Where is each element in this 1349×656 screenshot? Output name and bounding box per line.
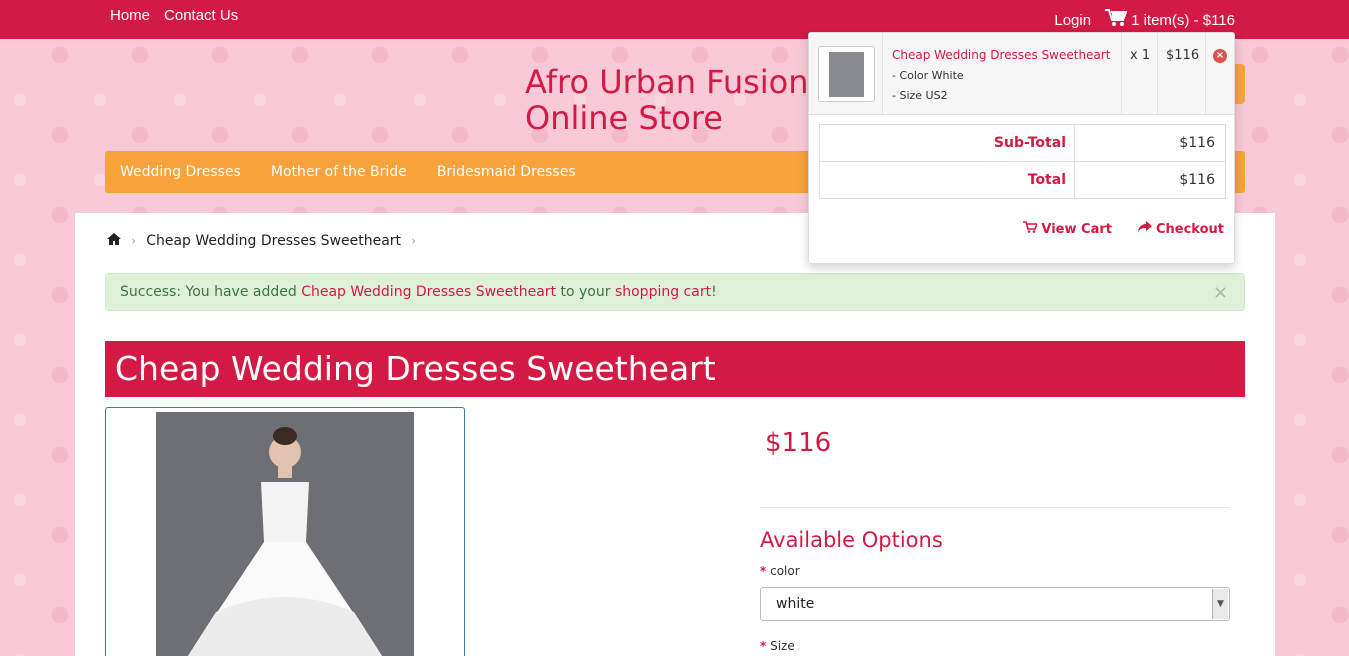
view-cart-button[interactable]: View Cart <box>1023 221 1112 237</box>
divider <box>760 507 1230 508</box>
top-nav: Home Contact Us <box>110 7 238 24</box>
cart-actions: View Cart Checkout <box>1023 221 1224 237</box>
required-mark: * <box>760 639 767 653</box>
cart-item-color: - Color White <box>892 69 964 82</box>
breadcrumb: › Cheap Wedding Dresses Sweetheart › <box>107 233 416 249</box>
cart-item-name-link[interactable]: Cheap Wedding Dresses Sweetheart <box>892 48 1110 62</box>
cart-item-row: Cheap Wedding Dresses Sweetheart - Color… <box>809 33 1234 115</box>
nav-contact-link[interactable]: Contact Us <box>164 7 238 24</box>
product-title: Cheap Wedding Dresses Sweetheart <box>105 341 1245 397</box>
total-row: Total $116 <box>820 162 1225 199</box>
color-select[interactable]: white ▼ <box>760 587 1230 621</box>
alert-text: ! <box>711 284 717 300</box>
cart-button[interactable]: 1 item(s) - $116 <box>1105 9 1235 31</box>
cart-item-thumbnail-image <box>829 52 864 97</box>
total-label: Total <box>820 162 1075 199</box>
required-mark: * <box>760 564 767 578</box>
cart-item-price: $116 <box>1166 48 1200 63</box>
cart-icon <box>1105 9 1128 31</box>
menu-item-mother-of-the-bride[interactable]: Mother of the Bride <box>271 164 407 180</box>
product-image-frame[interactable] <box>105 407 465 656</box>
total-value: $116 <box>1179 172 1215 188</box>
cart-item-qty: x 1 <box>1130 48 1151 63</box>
login-link[interactable]: Login <box>1054 12 1091 29</box>
chevron-down-icon: ▼ <box>1212 589 1228 619</box>
size-label-text: Size <box>770 639 795 653</box>
cart-totals-table: Sub-Total $116 Total $116 <box>819 124 1226 199</box>
alert-text: to your <box>556 284 615 300</box>
product-price: $116 <box>765 428 832 458</box>
home-icon[interactable] <box>107 233 121 249</box>
store-title-line2: Online Store <box>525 99 723 137</box>
cart-item-qty-cell <box>1122 33 1158 115</box>
breadcrumb-separator-icon: › <box>411 233 417 249</box>
alert-cart-link[interactable]: shopping cart <box>615 284 711 300</box>
subtotal-row: Sub-Total $116 <box>820 125 1225 162</box>
alert-product-link[interactable]: Cheap Wedding Dresses Sweetheart <box>301 284 556 300</box>
menu-item-bridesmaid-dresses[interactable]: Bridesmaid Dresses <box>437 164 576 180</box>
available-options-heading: Available Options <box>760 528 943 552</box>
cart-item-size: - Size US2 <box>892 89 948 102</box>
checkout-button[interactable]: Checkout <box>1137 221 1224 237</box>
subtotal-value: $116 <box>1179 135 1215 151</box>
success-alert: Success: You have added Cheap Wedding Dr… <box>105 273 1245 311</box>
breadcrumb-current[interactable]: Cheap Wedding Dresses Sweetheart <box>146 233 401 249</box>
remove-item-icon[interactable]: × <box>1213 49 1227 63</box>
menu-item-wedding-dresses[interactable]: Wedding Dresses <box>120 164 241 180</box>
cart-item-thumbnail[interactable] <box>818 46 875 102</box>
cart-summary: 1 item(s) - $116 <box>1131 11 1235 29</box>
store-title-line1: Afro Urban Fusion <box>525 63 809 101</box>
product-image[interactable] <box>156 412 414 656</box>
color-label: * color <box>760 564 800 578</box>
store-title[interactable]: Afro Urban Fusion Online Store <box>525 64 809 136</box>
color-select-value: white <box>776 596 815 612</box>
nav-home-link[interactable]: Home <box>110 7 150 24</box>
view-cart-label: View Cart <box>1041 221 1112 237</box>
checkout-label: Checkout <box>1155 221 1224 237</box>
share-arrow-icon <box>1137 221 1152 237</box>
subtotal-label: Sub-Total <box>820 125 1075 162</box>
breadcrumb-separator-icon: › <box>131 233 137 249</box>
top-nav-right: Login 1 item(s) - $116 <box>1054 9 1235 31</box>
alert-close-button[interactable]: × <box>1213 282 1228 303</box>
cart-dropdown: Cheap Wedding Dresses Sweetheart - Color… <box>808 32 1235 264</box>
size-label: * Size <box>760 639 795 653</box>
cart-item-price-cell <box>1158 33 1206 115</box>
color-label-text: color <box>770 564 800 578</box>
alert-text: Success: You have added <box>120 284 302 300</box>
cart-icon <box>1023 221 1039 237</box>
